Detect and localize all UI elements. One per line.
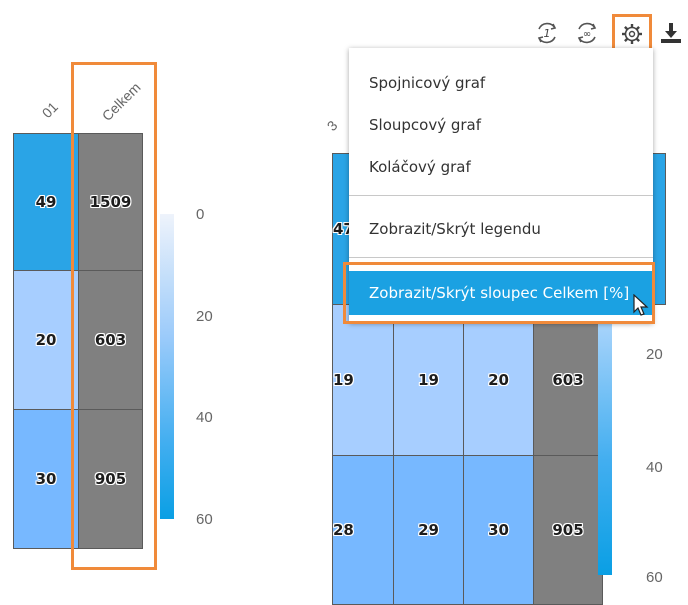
heatmap-cell: 20 bbox=[13, 270, 79, 410]
menu-item-bar-chart[interactable]: Sloupcový graf bbox=[369, 116, 481, 134]
colorbar bbox=[598, 322, 612, 575]
heatmap-cell: 29 bbox=[393, 455, 464, 605]
colorbar-tick: 40 bbox=[646, 459, 663, 476]
rotate-1-icon[interactable]: 1 bbox=[530, 16, 564, 50]
download-icon[interactable] bbox=[654, 16, 688, 50]
rotate-1-icon: 1 bbox=[537, 22, 557, 44]
heatmap-cell: 19 bbox=[332, 304, 394, 456]
svg-text:∞: ∞ bbox=[583, 29, 591, 40]
colorbar-tick: 20 bbox=[196, 308, 213, 325]
menu-divider bbox=[349, 195, 653, 196]
heatmap-cell: 28 bbox=[332, 455, 394, 605]
gear-icon bbox=[622, 24, 642, 44]
heatmap-cell-total: 603 bbox=[533, 304, 603, 456]
heatmap-cell-total: 905 bbox=[533, 455, 603, 605]
rotate-infinity-icon[interactable]: ∞ bbox=[570, 16, 604, 50]
heatmap-cell: 30 bbox=[463, 455, 534, 605]
menu-divider bbox=[349, 257, 653, 258]
highlighted-menu-item-outline bbox=[343, 262, 655, 324]
left-heatmap: 01 Celkem 49 1509 20 603 30 905 0 20 40 … bbox=[0, 0, 300, 605]
colorbar bbox=[160, 214, 174, 519]
column-header-01: 01 bbox=[38, 98, 62, 121]
heatmap-cell: 20 bbox=[463, 304, 534, 456]
heatmap-cell: 19 bbox=[393, 304, 464, 456]
column-header-partial: 3 bbox=[323, 117, 341, 134]
colorbar-tick: 60 bbox=[196, 511, 213, 528]
svg-text:1: 1 bbox=[544, 27, 551, 40]
colorbar-tick: 40 bbox=[196, 409, 213, 426]
menu-item-toggle-legend[interactable]: Zobrazit/Skrýt legendu bbox=[369, 220, 541, 238]
colorbar-tick: 60 bbox=[646, 569, 663, 586]
download-icon bbox=[661, 23, 681, 43]
heatmap-cell: 49 bbox=[13, 133, 79, 271]
rotate-infinity-icon: ∞ bbox=[577, 22, 597, 44]
colorbar-tick: 0 bbox=[196, 206, 205, 223]
menu-item-pie-chart[interactable]: Koláčový graf bbox=[369, 158, 471, 176]
menu-item-line-chart[interactable]: Spojnicový graf bbox=[369, 74, 485, 92]
celkem-column-highlight bbox=[71, 62, 157, 570]
mouse-cursor-icon bbox=[633, 294, 649, 316]
heatmap-cell: 30 bbox=[13, 409, 79, 549]
colorbar-tick: 20 bbox=[646, 346, 663, 363]
